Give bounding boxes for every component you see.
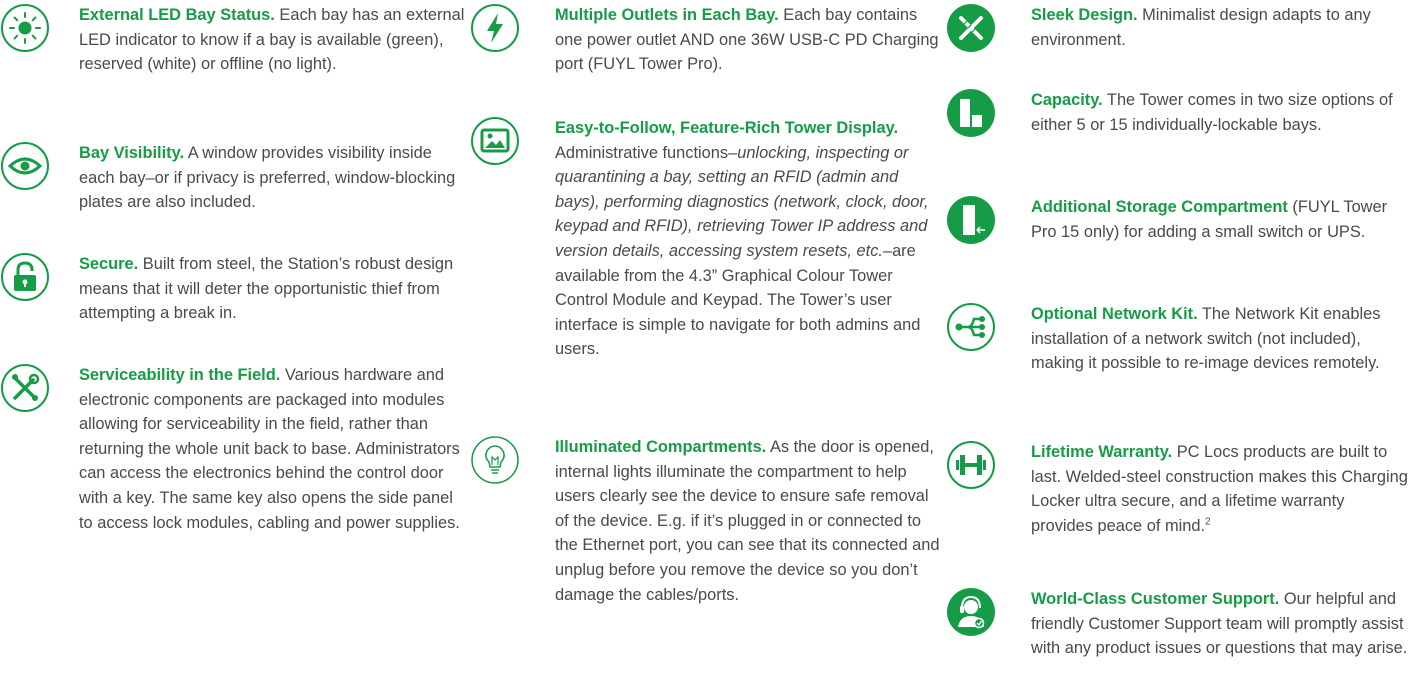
feature-title: Additional Storage Compartment [1031,198,1288,216]
feature-text: Optional Network Kit. The Network Kit en… [1031,302,1409,376]
feature-title: Sleek Design. [1031,6,1138,24]
padlock-icon [0,252,50,302]
picture-display-icon [470,116,520,166]
feature-title: Serviceability in the Field. [79,366,281,384]
storage-compartment-icon [946,195,996,245]
feature-text: Capacity. The Tower comes in two size op… [1031,88,1409,137]
feature-title: Lifetime Warranty. [1031,443,1173,461]
feature-text: Multiple Outlets in Each Bay. Each bay c… [555,3,946,77]
feature-text: Lifetime Warranty. PC Locs products are … [1031,440,1409,538]
feature-title: Capacity. [1031,91,1103,109]
feature-text: Sleek Design. Minimalist design adapts t… [1031,3,1409,52]
feature-text: World-Class Customer Support. Our helpfu… [1031,587,1409,661]
feature-title: World-Class Customer Support. [1031,590,1280,608]
feature-title: Secure. [79,255,139,273]
feature-body: As the door is opened, internal lights i… [555,438,940,604]
footnote-marker: 2 [1205,516,1211,528]
feature-text: Bay Visibility. A window provides visibi… [79,141,470,215]
feature-text: Secure. Built from steel, the Station’s … [79,252,470,326]
pencil-ruler-icon [946,3,996,53]
lightbulb-icon [470,435,520,485]
feature-text: Easy-to-Follow, Feature-Rich Tower Displ… [555,116,946,362]
feature-title: Illuminated Compartments. [555,438,767,456]
feature-title: Easy-to-Follow, Feature-Rich Tower Displ… [555,119,899,137]
feature-text: External LED Bay Status. Each bay has an… [79,3,470,77]
feature-title: External LED Bay Status. [79,6,275,24]
dumbbell-icon [946,440,996,490]
support-agent-icon [946,587,996,637]
feature-text: Serviceability in the Field. Various har… [79,363,470,535]
wrench-screwdriver-icon [0,363,50,413]
feature-body-pre: Administrative functions– [555,143,738,162]
feature-text: Additional Storage Compartment (FUYL Tow… [1031,195,1409,244]
feature-title: Multiple Outlets in Each Bay. [555,6,779,24]
sun-led-icon [0,3,50,53]
feature-title: Bay Visibility. [79,144,185,162]
lightning-bolt-icon [470,3,520,53]
eye-icon [0,141,50,191]
capacity-blocks-icon [946,88,996,138]
feature-body: Various hardware and electronic componen… [79,366,460,532]
feature-text: Illuminated Compartments. As the door is… [555,435,946,607]
feature-title: Optional Network Kit. [1031,305,1198,323]
network-share-icon [946,302,996,352]
